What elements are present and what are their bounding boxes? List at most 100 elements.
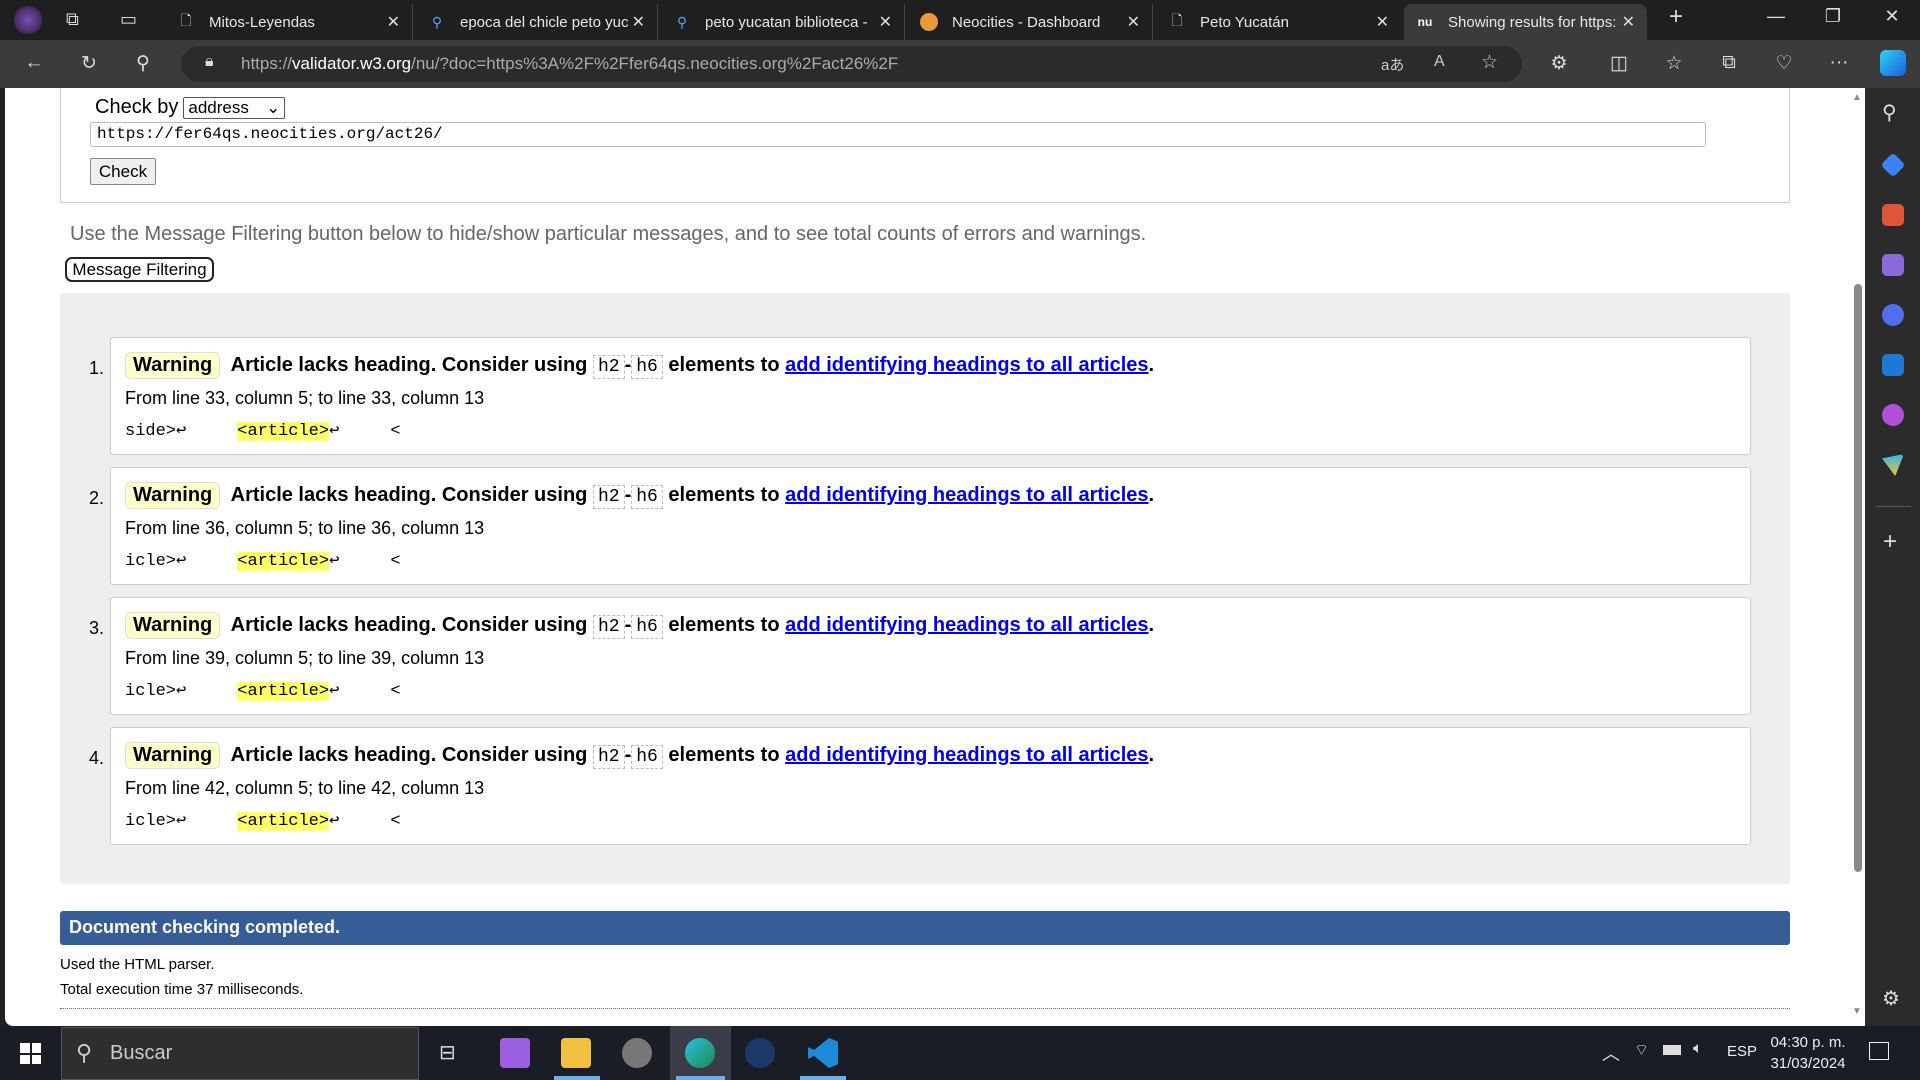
- page-icon: 🗋: [180, 12, 192, 28]
- collections-icon[interactable]: ⧉: [1715, 52, 1743, 74]
- tab-peto-biblioteca[interactable]: ⚲ peto yucatan biblioteca - ✕: [661, 4, 905, 40]
- close-tab-icon[interactable]: ✕: [879, 12, 892, 32]
- close-tab-icon[interactable]: ✕: [1622, 12, 1635, 32]
- headings-link[interactable]: add identifying headings to all articles: [785, 744, 1148, 766]
- message-filtering-button[interactable]: Message Filtering: [65, 257, 214, 282]
- exec-time-text: Total execution time 37 milliseconds.: [60, 981, 304, 998]
- microsoft365-icon[interactable]: [1882, 304, 1904, 326]
- vertical-tabs-icon[interactable]: ▭: [120, 9, 137, 30]
- address-bar[interactable]: 🔒︎ https://validator.w3.org/nu/?doc=http…: [181, 46, 1522, 82]
- warning-badge: Warning: [125, 482, 221, 509]
- profile-avatar[interactable]: [14, 6, 42, 34]
- volume-icon[interactable]: 🔈︎: [1693, 1040, 1703, 1058]
- source-extract: icle>↩ <article>↩ <: [125, 812, 401, 831]
- code-h6: h6: [631, 355, 663, 379]
- copilot-icon[interactable]: [1880, 50, 1906, 76]
- workspaces-icon[interactable]: ⧉: [66, 9, 79, 30]
- wifi-icon[interactable]: ⌔: [1634, 1040, 1649, 1060]
- favorites-icon[interactable]: ☆: [1660, 52, 1688, 75]
- source-extract: side>↩ <article>↩ <: [125, 422, 401, 441]
- close-tab-icon[interactable]: ✕: [1127, 12, 1140, 32]
- send-icon[interactable]: [1882, 454, 1904, 476]
- clock[interactable]: 04:30 p. m. 31/03/2024: [1770, 1032, 1846, 1074]
- tab-mitos-leyendas[interactable]: 🗋 Mitos-Leyendas ✕: [165, 4, 413, 40]
- close-tab-icon[interactable]: ✕: [387, 12, 400, 32]
- code-h2: h2: [592, 355, 625, 379]
- favorite-star-icon[interactable]: ☆: [1481, 51, 1498, 74]
- active-indicator: [800, 1076, 846, 1080]
- message-text: Warning Article lacks heading. Consider …: [125, 742, 1154, 769]
- code-h2: h2: [592, 485, 625, 509]
- extensions-icon[interactable]: ⚙: [1545, 52, 1573, 75]
- tools-briefcase-icon[interactable]: [1882, 204, 1904, 226]
- browser-essentials-icon[interactable]: ♡: [1770, 52, 1798, 75]
- games-icon[interactable]: [1882, 254, 1904, 276]
- shopping-tag-icon[interactable]: [1880, 152, 1906, 178]
- split-screen-icon[interactable]: ◫: [1605, 52, 1633, 75]
- divider: [60, 1008, 1790, 1009]
- completed-bar: Document checking completed.: [60, 911, 1790, 945]
- windows-start-icon[interactable]: [20, 1043, 41, 1064]
- minimize-button[interactable]: —: [1756, 6, 1796, 27]
- edge-sidebar: ⚲ + ⚙: [1865, 88, 1920, 1026]
- visual-studio-preview-icon[interactable]: [500, 1038, 530, 1068]
- sidebar-search-icon[interactable]: ⚲: [1882, 100, 1897, 125]
- tab-epoca-chicle[interactable]: ⚲ epoca del chicle peto yuc ✕: [416, 4, 658, 40]
- code-h2: h2: [592, 745, 625, 769]
- scroll-down-arrow[interactable]: ▼: [1852, 1006, 1862, 1017]
- translate-icon[interactable]: aあ: [1381, 54, 1404, 75]
- outlook-icon[interactable]: [1882, 354, 1904, 376]
- taskbar-search-box[interactable]: ⚲ Buscar: [61, 1027, 419, 1080]
- message-location: From line 36, column 5; to line 36, colu…: [125, 518, 485, 538]
- close-window-button[interactable]: ✕: [1872, 6, 1912, 27]
- unity-icon[interactable]: [622, 1038, 652, 1068]
- scroll-up-arrow[interactable]: ▲: [1852, 92, 1862, 103]
- notifications-icon[interactable]: [1869, 1042, 1889, 1060]
- read-aloud-icon[interactable]: A: [1434, 53, 1445, 71]
- warning-badge: Warning: [125, 612, 221, 639]
- language-indicator[interactable]: ESP: [1727, 1043, 1757, 1060]
- scrollbar[interactable]: ▲ ▼: [1849, 88, 1865, 1026]
- taskbar: ⚲ Buscar ⊟ ︿ ⌔ 🔈︎ ESP 04:30 p. m. 31/03/…: [0, 1026, 1920, 1080]
- highlighted-code: <article>: [237, 682, 330, 701]
- task-view-icon[interactable]: ⊟: [439, 1040, 456, 1065]
- restore-button[interactable]: ❐: [1813, 6, 1853, 27]
- message-item: 2. Warning Article lacks heading. Consid…: [89, 467, 1751, 585]
- neocities-cat-icon: [920, 13, 938, 31]
- chevron-down-icon: ⌄: [266, 97, 281, 117]
- close-tab-icon[interactable]: ✕: [632, 12, 645, 32]
- check-button[interactable]: Check: [90, 158, 156, 185]
- sidebar-divider: [1875, 506, 1911, 507]
- edge-icon[interactable]: [685, 1038, 715, 1068]
- steam-icon[interactable]: [745, 1038, 775, 1068]
- close-tab-icon[interactable]: ✕: [1376, 12, 1389, 32]
- designer-icon[interactable]: [1882, 404, 1904, 426]
- headings-link[interactable]: add identifying headings to all articles: [785, 484, 1148, 506]
- message-location: From line 33, column 5; to line 33, colu…: [125, 388, 485, 408]
- refresh-icon[interactable]: ↻: [75, 52, 103, 75]
- url-input[interactable]: https://fer64qs.neocities.org/act26/: [90, 122, 1706, 147]
- new-tab-button[interactable]: +: [1656, 3, 1696, 31]
- file-explorer-icon[interactable]: [561, 1038, 591, 1068]
- search-icon[interactable]: ⚲: [129, 52, 157, 75]
- battery-icon[interactable]: [1663, 1045, 1681, 1055]
- back-icon[interactable]: ←: [20, 52, 48, 74]
- check-by-select[interactable]: address ⌄: [183, 96, 286, 119]
- tab-peto-yucatan[interactable]: 🗋 Peto Yucatán ✕: [1156, 4, 1401, 40]
- message-item: 3. Warning Article lacks heading. Consid…: [89, 597, 1751, 715]
- tab-neocities-dashboard[interactable]: Neocities - Dashboard ✕: [908, 4, 1153, 40]
- lock-icon[interactable]: 🔒︎: [205, 53, 214, 71]
- code-h6: h6: [631, 745, 663, 769]
- more-icon[interactable]: ···: [1825, 52, 1853, 74]
- sidebar-settings-icon[interactable]: ⚙: [1882, 986, 1900, 1011]
- show-hidden-icons[interactable]: ︿: [1602, 1040, 1620, 1066]
- parser-text: Used the HTML parser.: [60, 956, 215, 973]
- url-text[interactable]: https://validator.w3.org/nu/?doc=https%3…: [241, 54, 898, 74]
- tab-validator-results[interactable]: nu Showing results for https: ✕: [1404, 4, 1647, 40]
- message-number: 3.: [89, 618, 105, 638]
- scrollbar-thumb[interactable]: [1854, 284, 1862, 872]
- vscode-icon[interactable]: [808, 1038, 838, 1068]
- add-sidebar-icon[interactable]: +: [1883, 528, 1897, 556]
- headings-link[interactable]: add identifying headings to all articles: [785, 354, 1148, 376]
- headings-link[interactable]: add identifying headings to all articles: [785, 614, 1148, 636]
